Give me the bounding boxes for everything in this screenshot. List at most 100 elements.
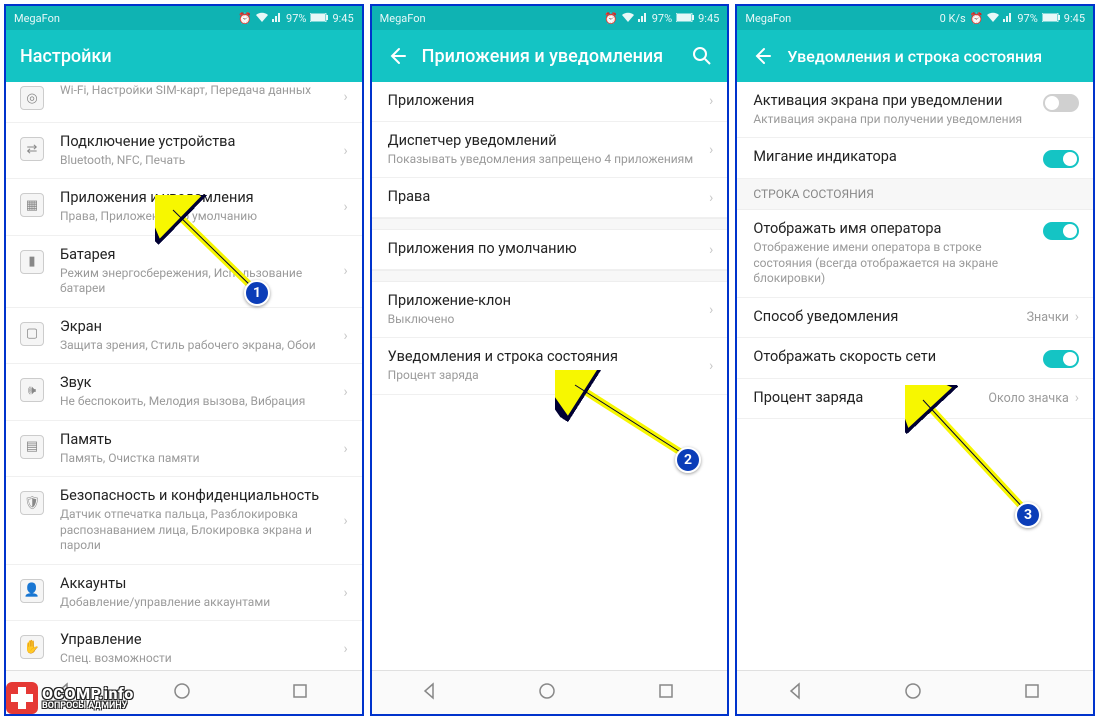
nav-home-icon[interactable]: [172, 681, 196, 705]
row-icon: ⇄: [18, 135, 46, 163]
settings-row[interactable]: ▤ Память Память, Очистка памяти ›: [6, 421, 362, 477]
settings-row[interactable]: Уведомления и строка состояния Процент з…: [372, 338, 728, 394]
row-title: Права: [388, 188, 703, 207]
row-title: Активация экрана при уведомлении: [753, 92, 1035, 111]
row-subtitle: Защита зрения, Стиль рабочего экрана, Об…: [60, 338, 337, 354]
row-title: Батарея: [60, 246, 337, 265]
settings-row[interactable]: 👤 Аккаунты Добавление/управление аккаунт…: [6, 565, 362, 621]
row-subtitle: Wi-Fi, Настройки SIM-карт, Передача данн…: [60, 83, 337, 99]
settings-row[interactable]: ▦ Приложения и уведомления Права, Прилож…: [6, 179, 362, 235]
settings-row[interactable]: Права ›: [372, 178, 728, 218]
back-button[interactable]: [751, 45, 773, 67]
chevron-right-icon: ›: [709, 358, 713, 374]
row-title: Приложение-клон: [388, 292, 703, 311]
row-subtitle: Показывать уведомления запрещено 4 прило…: [388, 152, 703, 168]
toggle-switch[interactable]: [1043, 150, 1079, 168]
settings-row[interactable]: Диспетчер уведомлений Показывать уведомл…: [372, 122, 728, 178]
app-bar: Настройки: [6, 30, 362, 82]
nav-back-icon[interactable]: [419, 681, 443, 705]
settings-row[interactable]: ◎ Wi-Fi, Настройки SIM-карт, Передача да…: [6, 82, 362, 123]
app-bar: Приложения и уведомления: [372, 30, 728, 82]
settings-row[interactable]: Отображать имя оператора Отображение име…: [737, 210, 1093, 298]
battery-pct: 97%: [652, 12, 672, 25]
row-icon: ◎: [18, 84, 46, 112]
watermark: OCOMP.info ВОПРОСЫ АДМИНУ: [6, 682, 134, 714]
apps-list[interactable]: Приложения › Диспетчер уведомлений Показ…: [372, 82, 728, 670]
row-title: Отображать скорость сети: [753, 348, 1035, 367]
row-icon: ▤: [18, 433, 46, 461]
settings-row[interactable]: 🛡 Безопасность и конфиденциальность Датч…: [6, 477, 362, 565]
settings-list[interactable]: ◎ Wi-Fi, Настройки SIM-карт, Передача да…: [6, 82, 362, 670]
row-subtitle: Добавление/управление аккаунтами: [60, 595, 337, 611]
settings-row[interactable]: Активация экрана при уведомлении Активац…: [737, 82, 1093, 138]
nav-bar: [737, 670, 1093, 714]
row-subtitle: Датчик отпечатка пальца, Разблокировка р…: [60, 507, 337, 554]
back-button[interactable]: [386, 45, 408, 67]
row-subtitle: Права, Приложения по умолчанию: [60, 209, 337, 225]
settings-row[interactable]: Способ уведомления Значки›: [737, 298, 1093, 338]
chevron-right-icon: ›: [343, 143, 347, 159]
chevron-right-icon: ›: [709, 242, 713, 258]
page-title: Приложения и уведомления: [422, 46, 678, 67]
alarm-icon: ⏰: [238, 12, 252, 25]
battery-pct: 97%: [286, 12, 306, 25]
page-title: Настройки: [20, 46, 348, 67]
toggle-switch[interactable]: [1043, 94, 1079, 112]
chevron-right-icon: ›: [1075, 309, 1079, 325]
phone-screen-2: MegaFon ⏰ 97% 9:45 Приложения и уведомле…: [370, 4, 730, 716]
row-icon: 👤: [18, 577, 46, 605]
settings-row[interactable]: ▢ Экран Защита зрения, Стиль рабочего эк…: [6, 308, 362, 364]
nav-bar: [372, 670, 728, 714]
row-icon: 🕪: [18, 376, 46, 404]
settings-row[interactable]: Процент заряда Около значка›: [737, 379, 1093, 419]
watermark-logo-icon: [6, 682, 38, 714]
status-bar: MegaFon ⏰ 97% 9:45: [372, 6, 728, 30]
row-title: Безопасность и конфиденциальность: [60, 487, 337, 506]
net-speed-label: 0 K/s: [940, 12, 966, 25]
wifi-icon: [622, 12, 634, 25]
row-title: Управление: [60, 631, 337, 650]
nav-recent-icon[interactable]: [656, 681, 680, 705]
battery-pct: 97%: [1017, 12, 1037, 25]
nav-recent-icon[interactable]: [290, 681, 314, 705]
row-subtitle: Режим энергосбережения, Использование ба…: [60, 266, 337, 297]
row-subtitle: Активация экрана при получении уведомлен…: [753, 112, 1035, 128]
settings-row[interactable]: Приложения по умолчанию ›: [372, 230, 728, 270]
page-title: Уведомления и строка состояния: [787, 47, 1079, 66]
row-icon: 🛡: [18, 489, 46, 517]
row-value: Около значка: [988, 391, 1068, 406]
nav-back-icon[interactable]: [785, 681, 809, 705]
toggle-switch[interactable]: [1043, 350, 1079, 368]
chevron-right-icon: ›: [343, 89, 347, 105]
row-title: Процент заряда: [753, 389, 982, 408]
settings-row[interactable]: Отображать скорость сети: [737, 338, 1093, 379]
settings-row[interactable]: ⇄ Подключение устройства Bluetooth, NFC,…: [6, 123, 362, 179]
notifications-list[interactable]: Активация экрана при уведомлении Активац…: [737, 82, 1093, 670]
chevron-right-icon: ›: [343, 328, 347, 344]
settings-row[interactable]: ✋ Управление Спец. возможности ›: [6, 621, 362, 670]
search-button[interactable]: [691, 45, 713, 67]
row-title: Экран: [60, 318, 337, 337]
chevron-right-icon: ›: [709, 190, 713, 206]
nav-home-icon[interactable]: [903, 681, 927, 705]
clock-label: 9:45: [1064, 12, 1085, 25]
nav-home-icon[interactable]: [537, 681, 561, 705]
row-subtitle: Выключено: [388, 312, 703, 328]
row-icon: ▢: [18, 320, 46, 348]
chevron-right-icon: ›: [343, 513, 347, 529]
battery-icon: [310, 12, 328, 25]
settings-row[interactable]: Мигание индикатора: [737, 138, 1093, 179]
toggle-switch[interactable]: [1043, 222, 1079, 240]
carrier-label: MegaFon: [380, 12, 426, 25]
battery-icon: [1042, 12, 1060, 25]
row-icon: ▮: [18, 248, 46, 276]
settings-row[interactable]: Приложение-клон Выключено ›: [372, 282, 728, 338]
signal-icon: [1003, 12, 1013, 25]
clock-label: 9:45: [698, 12, 719, 25]
settings-row[interactable]: Приложения ›: [372, 82, 728, 122]
row-title: Память: [60, 431, 337, 450]
nav-recent-icon[interactable]: [1022, 681, 1046, 705]
chevron-right-icon: ›: [709, 142, 713, 158]
settings-row[interactable]: 🕪 Звук Не беспокоить, Мелодия вызова, Ви…: [6, 364, 362, 420]
settings-row[interactable]: ▮ Батарея Режим энергосбережения, Исполь…: [6, 236, 362, 308]
